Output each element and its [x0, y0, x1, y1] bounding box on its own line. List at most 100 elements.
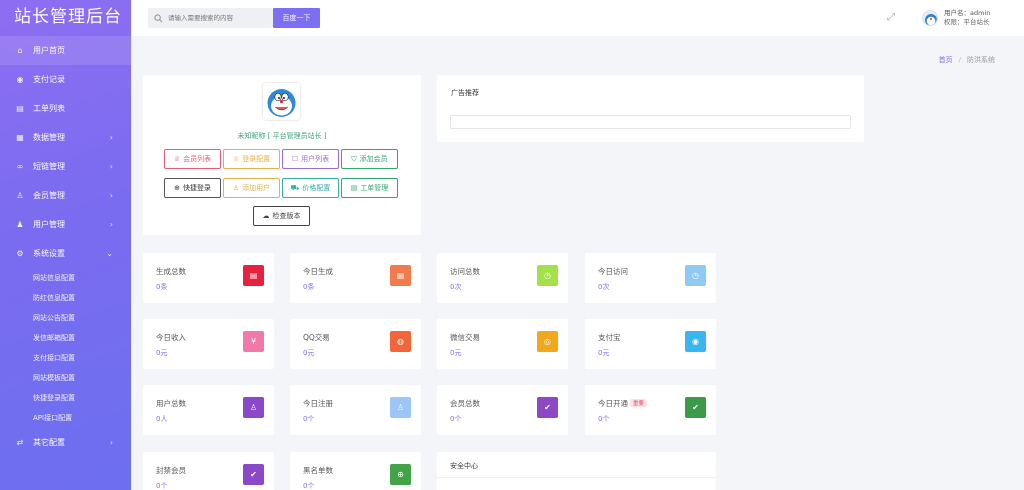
- quick-button-4[interactable]: ⊕ 快捷登录: [164, 178, 221, 198]
- stat-value: 0人: [156, 415, 168, 423]
- sidebar-subitem[interactable]: API接口配置: [0, 408, 131, 428]
- alipay-icon: ◉: [685, 331, 706, 352]
- button-icon: ☁: [262, 212, 270, 220]
- app-title: 站长管理后台: [14, 7, 122, 27]
- sidebar-item-other[interactable]: ⇄ 其它配置 ›: [0, 428, 131, 457]
- button-icon: ♙: [232, 184, 240, 192]
- document-icon: ▤: [243, 265, 264, 286]
- stat-label: 会员总数: [450, 399, 480, 408]
- chevron-icon: ›: [109, 438, 113, 447]
- breadcrumb-home[interactable]: 首页: [939, 56, 953, 64]
- sidebar-item-0[interactable]: ⌂ 用户首页: [0, 36, 131, 65]
- button-label: 添加会员: [359, 155, 388, 163]
- quick-button-8[interactable]: ☁ 检查版本: [253, 206, 310, 226]
- stat-value: 0元: [598, 349, 610, 357]
- important-badge: 重要: [630, 399, 648, 407]
- wechat-icon: ◎: [537, 331, 558, 352]
- sidebar-item-1[interactable]: ◉ 支付记录: [0, 65, 131, 94]
- link-icon: ∞: [16, 162, 24, 171]
- button-icon: ♕: [232, 155, 240, 163]
- breadcrumb: 首页 / 防洪系统: [938, 56, 995, 64]
- sidebar-item-label: 用户管理: [33, 220, 65, 229]
- shield-icon: ✔: [243, 464, 264, 485]
- shield-icon: ✔: [537, 397, 558, 418]
- sidebar-item-4[interactable]: ∞ 短链管理 ›: [0, 152, 131, 181]
- sidebar-item-3[interactable]: ▦ 数据管理 ›: [0, 123, 131, 152]
- profile-nickname: 未知昵称 [ 平台管理员站长 ]: [237, 132, 327, 140]
- search-box: [148, 8, 273, 28]
- button-label: 快捷登录: [182, 184, 211, 192]
- breadcrumb-current: 防洪系统: [967, 56, 995, 64]
- button-label: 工单管理: [360, 184, 389, 192]
- sidebar-item-6[interactable]: ♟ 用户管理 ›: [0, 210, 131, 239]
- stat-card: 生成总数 0条 ▤: [143, 253, 274, 303]
- button-label: 价格配置: [302, 184, 331, 192]
- ad-title: 广告推荐: [451, 89, 479, 97]
- button-label: 用户列表: [301, 155, 330, 163]
- sidebar-subitem[interactable]: 网站信息配置: [0, 268, 131, 288]
- clock-icon: ◷: [685, 265, 706, 286]
- edit-document-icon: ▤: [390, 265, 411, 286]
- sidebar-item-label: 支付记录: [33, 75, 65, 84]
- stat-value: 0个: [598, 415, 610, 423]
- sidebar-item-2[interactable]: ▤ 工单列表: [0, 94, 131, 123]
- user-icon: ♙: [243, 397, 264, 418]
- yuan-icon: ¥: [243, 331, 264, 352]
- button-icon: ⊕: [174, 184, 180, 192]
- sidebar-nav: ⌂ 用户首页 ◉ 支付记录 ▤ 工单列表 ▦ 数据管理 › ∞ 短链管理 › ♙ 会员管理 › ♟ 用户管理 › ⚙…: [0, 36, 131, 457]
- fullscreen-icon[interactable]: ⤢: [887, 12, 895, 23]
- stat-label: QQ交易: [303, 333, 330, 342]
- sidebar-item-7[interactable]: ⚙ 系统设置 ⌄: [0, 239, 131, 268]
- ad-content: [450, 115, 851, 129]
- button-icon: ⛉: [351, 154, 357, 163]
- stat-card: QQ交易 0元 ◍: [290, 319, 421, 369]
- other-icon: ⇄: [16, 438, 24, 447]
- user-add-icon: ♙: [390, 397, 411, 418]
- button-label: 登录配置: [242, 155, 271, 163]
- quick-button-1[interactable]: ♕ 登录配置: [223, 149, 280, 169]
- stat-label: 黑名单数: [303, 466, 333, 475]
- sidebar-subitem[interactable]: 网站公告配置: [0, 308, 131, 328]
- search-icon: [154, 13, 163, 22]
- stat-label: 今日生成: [303, 267, 333, 276]
- quick-button-2[interactable]: ☐ 用户列表: [282, 149, 339, 169]
- stat-value: 0元: [156, 349, 168, 357]
- top-header: 百度一下 ⤢ 用户名：admin 权限：平台站长: [131, 0, 1024, 36]
- stat-label: 今日访问: [598, 267, 628, 276]
- stat-label: 生成总数: [156, 267, 186, 276]
- stat-card: 访问总数 0次 ◷: [437, 253, 568, 303]
- quick-button-0[interactable]: ♕ 会员列表: [164, 149, 221, 169]
- sidebar-subitem[interactable]: 网站模板配置: [0, 368, 131, 388]
- sidebar-item-5[interactable]: ♙ 会员管理 ›: [0, 181, 131, 210]
- sidebar-subitem[interactable]: 发信邮箱配置: [0, 328, 131, 348]
- stat-value: 0个: [156, 482, 168, 490]
- user-menu[interactable]: 用户名：admin 权限：平台站长: [920, 0, 1024, 36]
- stat-value: 0次: [450, 283, 462, 291]
- quick-button-7[interactable]: ▤ 工单管理: [341, 178, 398, 198]
- quick-button-6[interactable]: ⛟ 价格配置: [282, 178, 339, 198]
- quick-button-5[interactable]: ♙ 添加用户: [223, 178, 280, 198]
- shield-icon: ✔: [685, 397, 706, 418]
- button-label: 检查版本: [272, 212, 301, 220]
- stat-card: 用户总数 0人 ♙: [143, 385, 274, 435]
- stat-label: 用户总数: [156, 399, 186, 408]
- stat-label: 今日开通 重要: [598, 398, 648, 409]
- stat-card: 黑名单数 0个 ⊕: [290, 452, 421, 490]
- sidebar-subitem[interactable]: 防红信息配置: [0, 288, 131, 308]
- search-button[interactable]: 百度一下: [273, 8, 320, 28]
- sidebar-subitem[interactable]: 快捷登录配置: [0, 388, 131, 408]
- search-input[interactable]: [168, 14, 268, 22]
- stat-value: 0个: [303, 482, 315, 490]
- sidebar-item-label: 短链管理: [33, 162, 65, 171]
- stat-card: 今日收入 0元 ¥: [143, 319, 274, 369]
- sidebar-subitem[interactable]: 支付接口配置: [0, 348, 131, 368]
- stat-label: 今日注册: [303, 399, 333, 408]
- profile-card: 未知昵称 [ 平台管理员站长 ] ♕ 会员列表 ♕ 登录配置 ☐ 用户列表 ⛉ 添加会员 ⊕ 快捷…: [143, 75, 421, 235]
- chevron-icon: ›: [109, 191, 113, 200]
- avatar: [922, 10, 938, 26]
- quick-button-3[interactable]: ⛉ 添加会员: [341, 149, 398, 169]
- sidebar-item-label: 系统设置: [33, 249, 65, 258]
- button-icon: ☐: [291, 155, 299, 163]
- stat-card: 今日生成 0条 ▤: [290, 253, 421, 303]
- stat-card: 微信交易 0元 ◎: [437, 319, 568, 369]
